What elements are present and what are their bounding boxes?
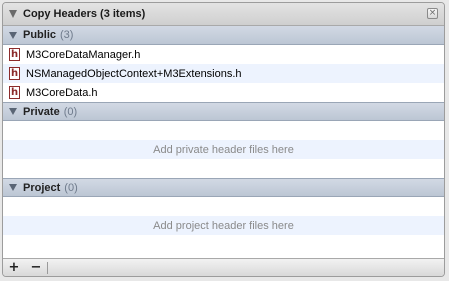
file-row[interactable]: h M3CoreDataManager.h: [3, 45, 444, 64]
disclosure-triangle-icon[interactable]: [9, 10, 17, 18]
file-name: NSManagedObjectContext+M3Extensions.h: [26, 67, 242, 80]
disclosure-triangle-icon[interactable]: [9, 184, 17, 191]
header-file-icon: h: [9, 86, 20, 99]
section-header-public[interactable]: Public (3): [3, 26, 444, 45]
section-header-project[interactable]: Project (0): [3, 178, 444, 197]
placeholder-text: Add private header files here: [153, 143, 294, 156]
file-row[interactable]: h M3CoreData.h: [3, 83, 444, 102]
header-file-icon: h: [9, 67, 20, 80]
file-name: M3CoreData.h: [26, 86, 98, 99]
panel-title: Copy Headers (3 items): [23, 8, 146, 20]
section-title: Project: [23, 181, 61, 194]
placeholder-text: Add project header files here: [153, 219, 294, 232]
drop-target-private[interactable]: Add private header files here: [3, 140, 444, 159]
divider: [47, 261, 48, 274]
section-count: (3): [60, 29, 74, 41]
empty-row: [3, 121, 444, 140]
section-count: (0): [63, 105, 78, 118]
section-count: (0): [64, 181, 78, 194]
disclosure-triangle-icon[interactable]: [9, 31, 17, 39]
file-name: M3CoreDataManager.h: [26, 48, 141, 61]
section-title: Private: [23, 105, 60, 118]
section-header-private[interactable]: Private (0): [3, 102, 444, 121]
disclosure-triangle-icon[interactable]: [9, 108, 17, 115]
remove-button[interactable]: −: [25, 259, 47, 276]
empty-row: [3, 159, 444, 178]
footer-toolbar: + −: [3, 258, 444, 276]
empty-row: [3, 197, 444, 216]
close-icon[interactable]: ×: [427, 8, 438, 19]
add-button[interactable]: +: [3, 259, 25, 276]
copy-headers-panel: Copy Headers (3 items) × Public (3) h M3…: [2, 2, 445, 277]
section-title: Public: [23, 29, 57, 41]
drop-target-project[interactable]: Add project header files here: [3, 216, 444, 235]
header-file-icon: h: [9, 48, 20, 61]
panel-header[interactable]: Copy Headers (3 items) ×: [3, 3, 444, 26]
file-row[interactable]: h NSManagedObjectContext+M3Extensions.h: [3, 64, 444, 83]
